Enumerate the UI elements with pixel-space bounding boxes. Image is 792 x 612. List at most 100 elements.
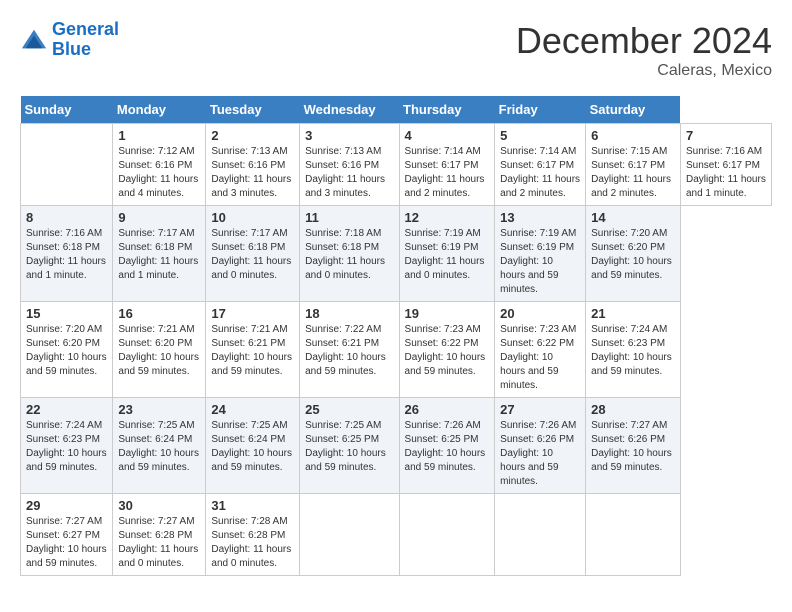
calendar-week-row: 8 Sunrise: 7:16 AMSunset: 6:18 PMDayligh… [21,206,772,302]
title-block: December 2024 Caleras, Mexico [516,20,772,80]
day-number: 2 [211,128,294,143]
day-info: Sunrise: 7:24 AMSunset: 6:23 PMDaylight:… [591,323,675,379]
day-info: Sunrise: 7:14 AMSunset: 6:17 PMDaylight:… [500,145,580,201]
calendar-day-cell [586,494,681,576]
calendar-week-row: 29 Sunrise: 7:27 AMSunset: 6:27 PMDaylig… [21,494,772,576]
day-info: Sunrise: 7:23 AMSunset: 6:22 PMDaylight:… [405,323,490,379]
day-number: 15 [26,306,107,321]
calendar-day-cell: 29 Sunrise: 7:27 AMSunset: 6:27 PMDaylig… [21,494,113,576]
day-info: Sunrise: 7:19 AMSunset: 6:19 PMDaylight:… [500,227,580,297]
calendar-day-cell: 17 Sunrise: 7:21 AMSunset: 6:21 PMDaylig… [206,302,300,398]
day-info: Sunrise: 7:16 AMSunset: 6:18 PMDaylight:… [26,227,107,283]
day-info: Sunrise: 7:19 AMSunset: 6:19 PMDaylight:… [405,227,490,283]
calendar-day-cell [300,494,399,576]
calendar-day-cell: 22 Sunrise: 7:24 AMSunset: 6:23 PMDaylig… [21,398,113,494]
day-number: 1 [118,128,200,143]
day-number: 6 [591,128,675,143]
calendar-day-cell: 13 Sunrise: 7:19 AMSunset: 6:19 PMDaylig… [495,206,586,302]
day-info: Sunrise: 7:21 AMSunset: 6:21 PMDaylight:… [211,323,294,379]
day-info: Sunrise: 7:20 AMSunset: 6:20 PMDaylight:… [591,227,675,283]
calendar-week-row: 22 Sunrise: 7:24 AMSunset: 6:23 PMDaylig… [21,398,772,494]
day-info: Sunrise: 7:25 AMSunset: 6:25 PMDaylight:… [305,419,393,475]
logo: General Blue [20,20,119,60]
calendar-day-cell: 24 Sunrise: 7:25 AMSunset: 6:24 PMDaylig… [206,398,300,494]
day-info: Sunrise: 7:25 AMSunset: 6:24 PMDaylight:… [211,419,294,475]
day-number: 31 [211,498,294,513]
day-number: 7 [686,128,766,143]
calendar-week-row: 15 Sunrise: 7:20 AMSunset: 6:20 PMDaylig… [21,302,772,398]
calendar-day-cell: 2 Sunrise: 7:13 AMSunset: 6:16 PMDayligh… [206,124,300,206]
day-number: 29 [26,498,107,513]
day-header-wednesday: Wednesday [300,96,399,124]
calendar-day-cell: 26 Sunrise: 7:26 AMSunset: 6:25 PMDaylig… [399,398,495,494]
calendar-day-cell [21,124,113,206]
calendar-day-cell: 25 Sunrise: 7:25 AMSunset: 6:25 PMDaylig… [300,398,399,494]
day-number: 25 [305,402,393,417]
day-info: Sunrise: 7:25 AMSunset: 6:24 PMDaylight:… [118,419,200,475]
month-title: December 2024 [516,20,772,62]
day-info: Sunrise: 7:12 AMSunset: 6:16 PMDaylight:… [118,145,200,201]
day-header-monday: Monday [113,96,206,124]
day-number: 3 [305,128,393,143]
day-number: 4 [405,128,490,143]
calendar-day-cell: 16 Sunrise: 7:21 AMSunset: 6:20 PMDaylig… [113,302,206,398]
day-info: Sunrise: 7:13 AMSunset: 6:16 PMDaylight:… [305,145,393,201]
calendar-day-cell: 3 Sunrise: 7:13 AMSunset: 6:16 PMDayligh… [300,124,399,206]
day-header-thursday: Thursday [399,96,495,124]
day-number: 13 [500,210,580,225]
calendar-day-cell: 30 Sunrise: 7:27 AMSunset: 6:28 PMDaylig… [113,494,206,576]
day-number: 5 [500,128,580,143]
day-info: Sunrise: 7:17 AMSunset: 6:18 PMDaylight:… [118,227,200,283]
day-info: Sunrise: 7:27 AMSunset: 6:26 PMDaylight:… [591,419,675,475]
day-number: 19 [405,306,490,321]
day-info: Sunrise: 7:20 AMSunset: 6:20 PMDaylight:… [26,323,107,379]
day-info: Sunrise: 7:27 AMSunset: 6:27 PMDaylight:… [26,515,107,571]
day-number: 11 [305,210,393,225]
day-number: 10 [211,210,294,225]
day-info: Sunrise: 7:26 AMSunset: 6:26 PMDaylight:… [500,419,580,489]
day-number: 22 [26,402,107,417]
calendar-day-cell: 23 Sunrise: 7:25 AMSunset: 6:24 PMDaylig… [113,398,206,494]
day-info: Sunrise: 7:18 AMSunset: 6:18 PMDaylight:… [305,227,393,283]
day-number: 12 [405,210,490,225]
day-number: 14 [591,210,675,225]
day-number: 30 [118,498,200,513]
calendar-day-cell: 10 Sunrise: 7:17 AMSunset: 6:18 PMDaylig… [206,206,300,302]
day-info: Sunrise: 7:17 AMSunset: 6:18 PMDaylight:… [211,227,294,283]
day-info: Sunrise: 7:26 AMSunset: 6:25 PMDaylight:… [405,419,490,475]
day-number: 26 [405,402,490,417]
day-number: 28 [591,402,675,417]
day-number: 23 [118,402,200,417]
calendar-header-row: SundayMondayTuesdayWednesdayThursdayFrid… [21,96,772,124]
calendar-day-cell: 11 Sunrise: 7:18 AMSunset: 6:18 PMDaylig… [300,206,399,302]
day-info: Sunrise: 7:23 AMSunset: 6:22 PMDaylight:… [500,323,580,393]
calendar-table: SundayMondayTuesdayWednesdayThursdayFrid… [20,96,772,576]
calendar-week-row: 1 Sunrise: 7:12 AMSunset: 6:16 PMDayligh… [21,124,772,206]
calendar-day-cell: 7 Sunrise: 7:16 AMSunset: 6:17 PMDayligh… [680,124,771,206]
calendar-day-cell: 5 Sunrise: 7:14 AMSunset: 6:17 PMDayligh… [495,124,586,206]
calendar-day-cell: 6 Sunrise: 7:15 AMSunset: 6:17 PMDayligh… [586,124,681,206]
logo-icon [20,26,48,54]
day-number: 17 [211,306,294,321]
day-info: Sunrise: 7:22 AMSunset: 6:21 PMDaylight:… [305,323,393,379]
calendar-day-cell: 8 Sunrise: 7:16 AMSunset: 6:18 PMDayligh… [21,206,113,302]
day-number: 8 [26,210,107,225]
day-number: 27 [500,402,580,417]
calendar-day-cell: 12 Sunrise: 7:19 AMSunset: 6:19 PMDaylig… [399,206,495,302]
logo-text: General Blue [52,20,119,60]
calendar-day-cell: 1 Sunrise: 7:12 AMSunset: 6:16 PMDayligh… [113,124,206,206]
day-number: 20 [500,306,580,321]
calendar-day-cell: 14 Sunrise: 7:20 AMSunset: 6:20 PMDaylig… [586,206,681,302]
calendar-day-cell: 15 Sunrise: 7:20 AMSunset: 6:20 PMDaylig… [21,302,113,398]
day-header-friday: Friday [495,96,586,124]
day-number: 16 [118,306,200,321]
day-info: Sunrise: 7:15 AMSunset: 6:17 PMDaylight:… [591,145,675,201]
day-info: Sunrise: 7:14 AMSunset: 6:17 PMDaylight:… [405,145,490,201]
calendar-day-cell: 21 Sunrise: 7:24 AMSunset: 6:23 PMDaylig… [586,302,681,398]
calendar-day-cell [495,494,586,576]
day-number: 24 [211,402,294,417]
calendar-day-cell [399,494,495,576]
calendar-day-cell: 27 Sunrise: 7:26 AMSunset: 6:26 PMDaylig… [495,398,586,494]
calendar-day-cell: 4 Sunrise: 7:14 AMSunset: 6:17 PMDayligh… [399,124,495,206]
day-info: Sunrise: 7:16 AMSunset: 6:17 PMDaylight:… [686,145,766,201]
